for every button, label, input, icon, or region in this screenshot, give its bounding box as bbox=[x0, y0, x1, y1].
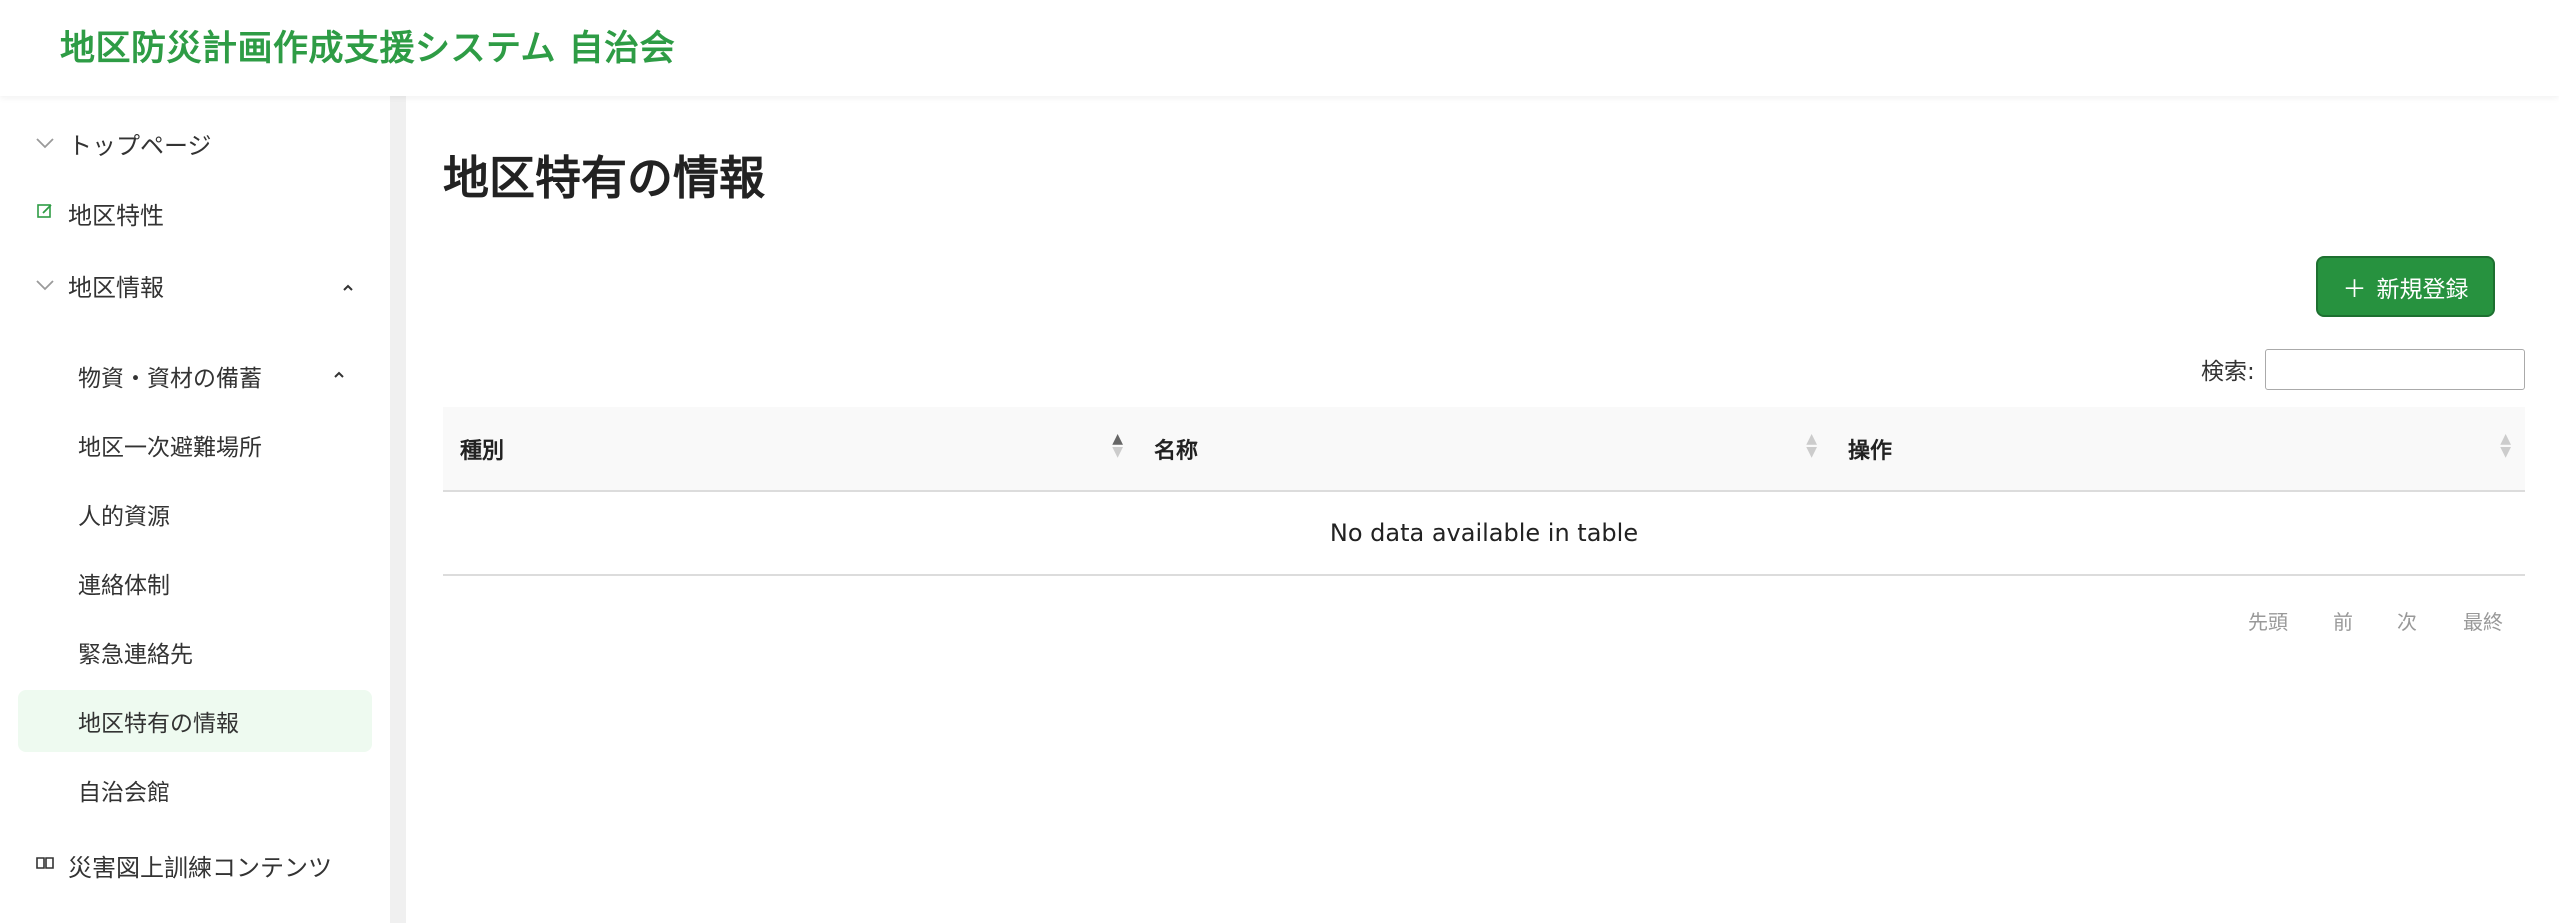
new-registration-label: 新規登録 bbox=[2376, 276, 2469, 303]
data-table: 種別 ▲ ▼ 名称 ▲ ▼ 操作 ▲ ▼ No data available in t… bbox=[443, 407, 2525, 576]
nav-sub-label: 地区一次避難場所 bbox=[78, 435, 262, 461]
pager-last[interactable]: 最終 bbox=[2463, 606, 2503, 635]
nav-district-characteristics[interactable]: 地区特性 bbox=[34, 196, 164, 231]
nav-top-page-label: トップページ bbox=[68, 132, 212, 160]
nav-district-info-label: 地区情報 bbox=[68, 274, 164, 302]
app-header: 地区防災計画作成支援システム 自治会 bbox=[0, 0, 2559, 96]
pager-first[interactable]: 先頭 bbox=[2248, 606, 2288, 635]
pager-next-label: 次 bbox=[2397, 610, 2417, 634]
pager-prev-label: 前 bbox=[2333, 610, 2353, 634]
chevron-up-icon[interactable] bbox=[332, 365, 346, 384]
nav-sub-label: 人的資源 bbox=[78, 504, 170, 530]
chevron-down-icon bbox=[34, 133, 56, 154]
pager-first-label: 先頭 bbox=[2248, 610, 2288, 634]
nav-sub-label: 自治会館 bbox=[78, 780, 170, 806]
nav-primary-evacuation[interactable]: 地区一次避難場所 bbox=[18, 414, 372, 476]
plus-icon: ＋ bbox=[2342, 275, 2367, 303]
nav-community-hall[interactable]: 自治会館 bbox=[18, 759, 372, 821]
table-header: 種別 ▲ ▼ 名称 ▲ ▼ 操作 ▲ ▼ bbox=[443, 407, 2525, 492]
nav-sub-label: 連絡体制 bbox=[78, 573, 170, 599]
nav-district-info[interactable]: 地区情報 bbox=[34, 268, 164, 303]
chevron-up-icon[interactable] bbox=[341, 278, 355, 297]
empty-table-message: No data available in table bbox=[443, 492, 2525, 576]
nav-emergency-contacts[interactable]: 緊急連絡先 bbox=[18, 621, 372, 683]
column-header-name[interactable]: 名称 ▲ ▼ bbox=[1137, 407, 1831, 490]
column-label: 操作 bbox=[1848, 438, 1893, 464]
nav-human-resources[interactable]: 人的資源 bbox=[18, 483, 372, 545]
sort-icon: ▲ ▼ bbox=[1112, 431, 1123, 460]
nav-district-characteristics-label: 地区特性 bbox=[68, 202, 164, 230]
column-label: 名称 bbox=[1154, 438, 1199, 464]
new-registration-button[interactable]: ＋ 新規登録 bbox=[2316, 256, 2495, 317]
edit-icon bbox=[34, 202, 56, 225]
nav-top-page[interactable]: トップページ bbox=[34, 126, 212, 161]
sort-icon: ▲ ▼ bbox=[1806, 431, 1817, 460]
page-title: 地区特有の情報 bbox=[443, 151, 765, 205]
sidebar-divider bbox=[390, 96, 406, 923]
column-header-actions[interactable]: 操作 ▲ ▼ bbox=[1831, 407, 2525, 490]
search-label: 検索: bbox=[2201, 359, 2255, 385]
sort-icon: ▲ ▼ bbox=[2500, 431, 2511, 460]
nav-sub-label: 緊急連絡先 bbox=[78, 642, 193, 668]
pager-prev[interactable]: 前 bbox=[2333, 606, 2353, 635]
search-input[interactable] bbox=[2265, 349, 2525, 390]
column-label: 種別 bbox=[460, 438, 505, 464]
nav-contact-system[interactable]: 連絡体制 bbox=[18, 552, 372, 614]
app-title[interactable]: 地区防災計画作成支援システム 自治会 bbox=[60, 20, 675, 71]
nav-sub-label: 地区特有の情報 bbox=[78, 711, 239, 737]
nav-district-specific-info[interactable]: 地区特有の情報 bbox=[18, 690, 372, 752]
sidebar: トップページ 地区特性 地区情報 物資・資材の備蓄 地区一次避難場所 人的資源 … bbox=[0, 96, 390, 923]
column-header-type[interactable]: 種別 ▲ ▼ bbox=[443, 407, 1137, 490]
pager-next[interactable]: 次 bbox=[2397, 606, 2417, 635]
nav-supplies-label: 物資・資材の備蓄 bbox=[78, 366, 262, 392]
nav-supplies[interactable]: 物資・資材の備蓄 bbox=[18, 345, 372, 407]
nav-training-label: 災害図上訓練コンテンツ bbox=[68, 854, 332, 882]
pager-last-label: 最終 bbox=[2463, 610, 2503, 634]
book-icon bbox=[34, 855, 56, 876]
nav-training[interactable]: 災害図上訓練コンテンツ bbox=[34, 848, 332, 883]
chevron-down-icon bbox=[34, 275, 56, 296]
